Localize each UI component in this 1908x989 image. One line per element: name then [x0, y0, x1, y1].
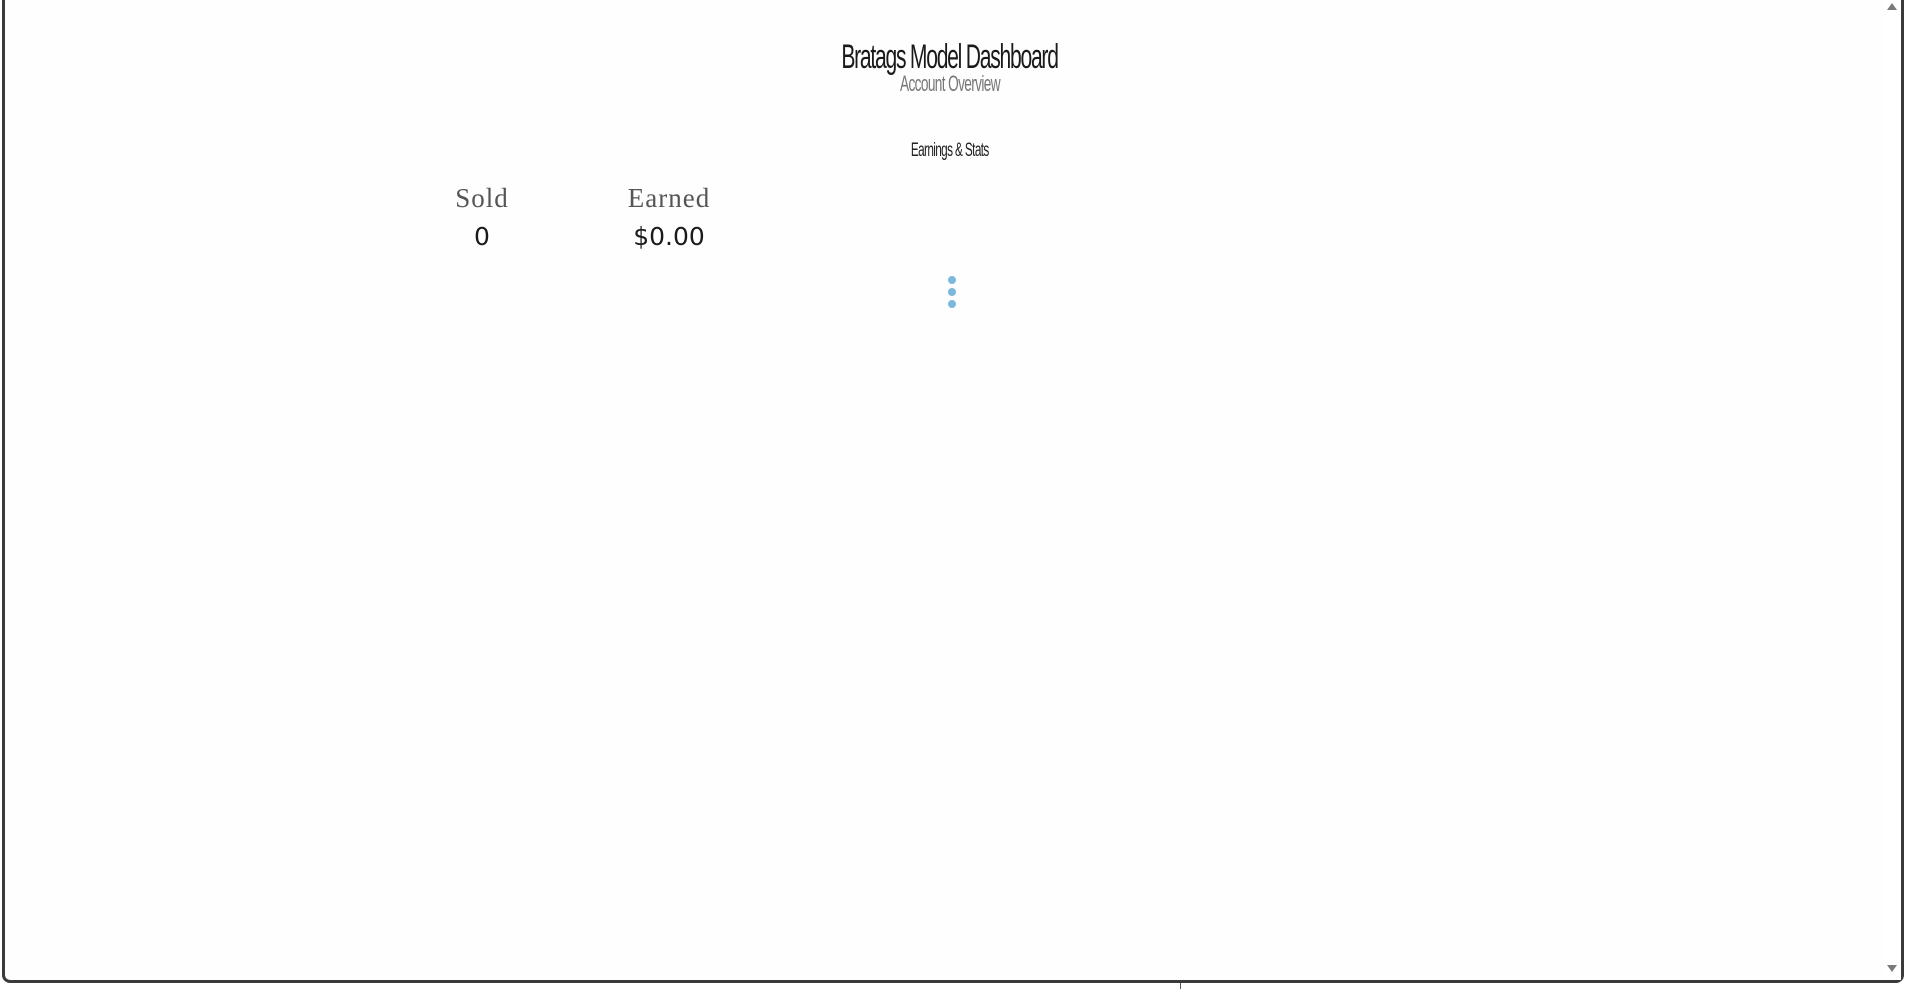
window-frame: Bratags Model Dashboard Account Overview… [2, 0, 1904, 983]
loading-dots-icon [948, 276, 956, 312]
scroll-up-arrow-icon[interactable] [1887, 3, 1897, 10]
section-heading: Earnings & Stats [5, 140, 1895, 162]
vertical-scrollbar[interactable] [1883, 0, 1901, 980]
divider [1180, 983, 1181, 989]
stat-sold: Sold 0 [397, 183, 567, 251]
stat-sold-label: Sold [455, 183, 509, 213]
scroll-down-arrow-icon[interactable] [1887, 965, 1897, 972]
loading-dot [948, 288, 956, 296]
stat-sold-value: 0 [474, 222, 490, 251]
loading-dot [948, 300, 956, 308]
stat-earned-label: Earned [627, 183, 711, 213]
page-subtitle: Account Overview [899, 71, 1001, 96]
loading-dot [948, 276, 956, 284]
section-heading-text: Earnings & Stats [911, 140, 989, 161]
page-header: Bratags Model Dashboard Account Overview [5, 38, 1895, 97]
stat-earned: Earned $0.00 [584, 183, 754, 251]
stat-earned-value: $0.00 [633, 222, 705, 251]
